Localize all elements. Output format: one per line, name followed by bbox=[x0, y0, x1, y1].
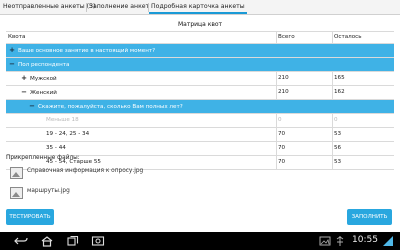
quota-matrix-title: Матрица квот bbox=[177, 21, 223, 28]
fill-button[interactable]: ЗАПОЛНИТЬ bbox=[347, 209, 392, 225]
table-row[interactable]: 19 - 24, 25 - 34 70 53 bbox=[6, 128, 394, 142]
quota-table: Квота Всего Осталось + Ваше основное заня… bbox=[6, 31, 394, 170]
row-remaining: 53 bbox=[334, 131, 342, 137]
row-total: 70 bbox=[278, 145, 286, 151]
table-row[interactable]: 35 - 44 70 56 bbox=[6, 142, 394, 156]
header-remaining: Осталось bbox=[334, 34, 362, 40]
table-row[interactable]: + Мужской 210 165 bbox=[6, 72, 394, 86]
table-row[interactable]: − Пол респондента bbox=[6, 58, 394, 72]
system-nav-bar: 10:55 bbox=[0, 232, 400, 250]
table-row[interactable]: − Скажите, пожалуйста, сколько Вам полных… bbox=[6, 100, 394, 114]
collapse-icon[interactable]: − bbox=[20, 86, 28, 99]
row-total: 70 bbox=[278, 159, 286, 165]
test-button[interactable]: ТЕСТИРОВАТЬ bbox=[6, 209, 54, 225]
table-header: Квота Всего Осталось bbox=[6, 31, 394, 44]
row-label: Скажите, пожалуйста, сколько Вам полных … bbox=[38, 104, 183, 110]
table-row[interactable]: − Женский 210 162 bbox=[6, 86, 394, 100]
image-icon bbox=[10, 187, 23, 199]
usb-icon bbox=[336, 236, 344, 246]
attachments-label: Прикрепленные файлы: bbox=[6, 155, 80, 161]
attachment-name: маршруты.jpg bbox=[27, 188, 70, 194]
row-remaining: 165 bbox=[334, 75, 345, 81]
screenshot-icon[interactable] bbox=[91, 235, 105, 247]
attachment-name: Справочная информация к опросу.jpg bbox=[27, 168, 144, 174]
image-icon bbox=[10, 167, 23, 179]
tab-unsent-surveys[interactable]: Неотправленные анкеты (5) bbox=[3, 0, 95, 14]
signal-icon bbox=[383, 236, 393, 246]
collapse-icon[interactable]: − bbox=[8, 58, 16, 71]
clock: 10:55 bbox=[352, 235, 378, 245]
home-icon[interactable] bbox=[40, 235, 54, 247]
row-remaining: 56 bbox=[334, 145, 342, 151]
tab-fill-surveys[interactable]: Заполнение анкет bbox=[89, 0, 149, 14]
header-quota: Квота bbox=[8, 34, 26, 40]
tab-survey-details[interactable]: Подробная карточка анкеты bbox=[149, 0, 247, 14]
row-total: 70 bbox=[278, 131, 286, 137]
row-total: 210 bbox=[278, 89, 289, 95]
row-label: Меньше 18 bbox=[46, 117, 79, 123]
collapse-icon[interactable]: − bbox=[28, 100, 36, 113]
tab-bar: Неотправленные анкеты (5) Заполнение анк… bbox=[0, 0, 400, 15]
gallery-icon bbox=[319, 236, 331, 246]
recent-apps-icon[interactable] bbox=[66, 235, 80, 247]
header-total: Всего bbox=[278, 34, 295, 40]
tab-divider bbox=[148, 3, 149, 12]
expand-icon[interactable]: + bbox=[8, 44, 16, 57]
expand-icon[interactable]: + bbox=[20, 72, 28, 85]
row-label: Женский bbox=[30, 90, 57, 96]
table-row[interactable]: Меньше 18 0 0 bbox=[6, 114, 394, 128]
row-label: Пол респондента bbox=[18, 62, 70, 68]
row-remaining: 162 bbox=[334, 89, 345, 95]
tab-divider bbox=[86, 3, 87, 12]
row-total: 0 bbox=[278, 117, 282, 123]
row-label: Ваше основное занятие в настоящий момент… bbox=[18, 48, 156, 54]
row-total: 210 bbox=[278, 75, 289, 81]
table-row[interactable]: + Ваше основное занятие в настоящий момен… bbox=[6, 44, 394, 58]
row-remaining: 53 bbox=[334, 159, 342, 165]
row-remaining: 0 bbox=[334, 117, 338, 123]
back-icon[interactable] bbox=[14, 235, 28, 247]
row-label: 35 - 44 bbox=[46, 145, 66, 151]
row-label: Мужской bbox=[30, 76, 57, 82]
row-label: 19 - 24, 25 - 34 bbox=[46, 131, 90, 137]
